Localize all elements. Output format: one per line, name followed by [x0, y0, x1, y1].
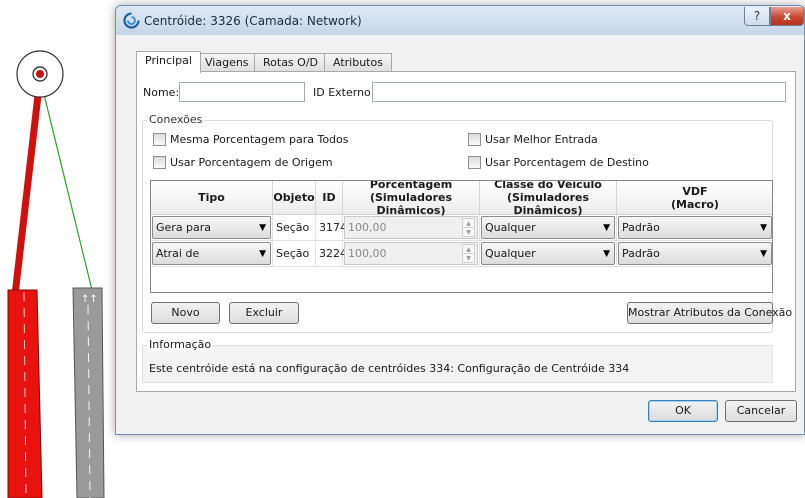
- table-row-1-vdf[interactable]: Padrão ▼: [617, 215, 772, 241]
- checkbox-box[interactable]: [468, 133, 481, 146]
- dropdown-value: Gera para: [156, 221, 212, 234]
- tab-rotas-od[interactable]: Rotas O/D: [254, 53, 327, 72]
- header-classe-veiculo[interactable]: Classe do Veículo (Simuladores Dinâmicos…: [480, 180, 617, 217]
- table-row-1-porcentagem[interactable]: 100,00 ▲ ▼: [343, 215, 480, 241]
- checkbox-label: Mesma Porcentagem para Todos: [170, 133, 349, 146]
- classe-dropdown[interactable]: Qualquer ▼: [481, 242, 615, 265]
- vdf-dropdown[interactable]: Padrão ▼: [618, 216, 772, 239]
- header-id-text: ID: [322, 191, 336, 204]
- table-row-2-tipo[interactable]: Atrai de ▼: [151, 241, 273, 267]
- table-row-2-id[interactable]: 3224: [316, 241, 347, 267]
- app-logo-icon: [123, 12, 140, 29]
- chevron-down-icon: ▼: [603, 223, 610, 233]
- cell-text: Seção: [276, 247, 310, 260]
- header-porcentagem-line2: (Simuladores Dinâmicos): [369, 191, 453, 217]
- header-objeto-text: Objeto: [273, 191, 315, 204]
- ok-button[interactable]: OK: [648, 400, 718, 422]
- spinbox-value: 100,00: [348, 221, 387, 234]
- id-externo-label: ID Externo:: [313, 86, 375, 99]
- table-row-2-classe[interactable]: Qualquer ▼: [480, 241, 617, 267]
- classe-dropdown[interactable]: Qualquer ▼: [481, 216, 615, 239]
- porcentagem-spinbox[interactable]: 100,00 ▲ ▼: [344, 216, 478, 239]
- conexoes-legend: Conexões: [147, 113, 205, 126]
- nome-label: Nome:: [143, 86, 180, 99]
- dropdown-value: Padrão: [622, 247, 660, 260]
- porcentagem-spinbox[interactable]: 100,00 ▲ ▼: [344, 242, 478, 265]
- header-id[interactable]: ID: [316, 181, 343, 215]
- table-row-1-id[interactable]: 3174: [316, 215, 347, 241]
- dropdown-value: Padrão: [622, 221, 660, 234]
- spin-down-icon[interactable]: ▼: [462, 253, 475, 263]
- tipo-dropdown[interactable]: Gera para ▼: [152, 216, 271, 239]
- table-row-2-vdf[interactable]: Padrão ▼: [617, 241, 772, 267]
- centroid-connector-green: [39, 77, 93, 291]
- tipo-dropdown[interactable]: Atrai de ▼: [152, 242, 271, 265]
- dropdown-value: Atrai de: [156, 247, 200, 260]
- vdf-dropdown[interactable]: Padrão ▼: [618, 242, 772, 265]
- title-bar[interactable]: Centróide: 3326 (Camada: Network) ? x: [116, 6, 804, 35]
- checkbox-box[interactable]: [153, 156, 166, 169]
- checkbox-box[interactable]: [153, 133, 166, 146]
- table-row-1-tipo[interactable]: Gera para ▼: [151, 215, 273, 241]
- centroid-connector-red: [11, 77, 44, 296]
- table-row-1-objeto[interactable]: Seção: [273, 215, 316, 241]
- excluir-button[interactable]: Excluir: [229, 302, 299, 324]
- chevron-down-icon: ▼: [259, 249, 266, 259]
- informacao-text: Este centróide está na configuração de c…: [149, 362, 630, 375]
- header-tipo[interactable]: Tipo: [151, 181, 273, 215]
- header-vdf[interactable]: VDF (Macro): [617, 181, 772, 215]
- header-classe-line1: Classe do Veículo: [494, 180, 602, 191]
- header-tipo-text: Tipo: [198, 191, 225, 204]
- centroid-dialog: Centróide: 3326 (Camada: Network) ? x Pr…: [115, 5, 805, 435]
- spinbox-value: 100,00: [348, 247, 387, 260]
- informacao-box: Este centróide está na configuração de c…: [142, 345, 773, 383]
- header-porcentagem[interactable]: Porcentagem (Simuladores Dinâmicos): [343, 180, 480, 217]
- help-button[interactable]: ?: [744, 7, 770, 26]
- nome-input[interactable]: [179, 82, 305, 102]
- checkbox-label: Usar Porcentagem de Origem: [170, 156, 333, 169]
- chevron-down-icon: ▼: [760, 223, 767, 233]
- tab-atributos[interactable]: Atributos: [324, 53, 392, 72]
- checkbox-label: Usar Porcentagem de Destino: [485, 156, 649, 169]
- connections-table: Tipo Objeto ID Porcentagem (Simuladores …: [150, 180, 773, 293]
- novo-button[interactable]: Novo: [151, 302, 220, 324]
- table-row-2-objeto[interactable]: Seção: [273, 241, 316, 267]
- dialog-title: Centróide: 3326 (Camada: Network): [144, 14, 362, 28]
- table-row-1-classe[interactable]: Qualquer ▼: [480, 215, 617, 241]
- header-classe-line2: (Simuladores Dinâmicos): [506, 191, 590, 217]
- chevron-down-icon: ▼: [760, 249, 767, 259]
- header-objeto[interactable]: Objeto: [273, 181, 316, 215]
- cell-text: Seção: [276, 221, 310, 234]
- header-vdf-line1: VDF: [682, 184, 708, 198]
- checkbox-mesma-porcentagem[interactable]: Mesma Porcentagem para Todos: [153, 133, 349, 146]
- cancelar-button[interactable]: Cancelar: [725, 400, 797, 422]
- checkbox-usar-porcentagem-origem[interactable]: Usar Porcentagem de Origem: [153, 156, 333, 169]
- checkbox-box[interactable]: [468, 156, 481, 169]
- mostrar-atributos-button[interactable]: Mostrar Atributos da Conexão: [627, 302, 792, 324]
- dropdown-value: Qualquer: [485, 247, 536, 260]
- centroid-node: [36, 70, 44, 78]
- informacao-legend: Informação: [147, 338, 214, 351]
- tab-principal[interactable]: Principal: [136, 51, 201, 73]
- header-vdf-line2: (Macro): [671, 197, 719, 211]
- dropdown-value: Qualquer: [485, 221, 536, 234]
- chevron-down-icon: ▼: [259, 223, 266, 233]
- checkbox-usar-porcentagem-destino[interactable]: Usar Porcentagem de Destino: [468, 156, 649, 169]
- spin-down-icon[interactable]: ▼: [462, 227, 475, 237]
- id-externo-input[interactable]: [372, 82, 786, 102]
- header-porcentagem-line1: Porcentagem: [369, 180, 453, 191]
- tab-viagens[interactable]: Viagens: [196, 53, 258, 72]
- road-direction-arrows: ↑↑: [81, 294, 98, 305]
- checkbox-label: Usar Melhor Entrada: [485, 133, 598, 146]
- table-row-2-porcentagem[interactable]: 100,00 ▲ ▼: [343, 241, 480, 267]
- checkbox-usar-melhor-entrada[interactable]: Usar Melhor Entrada: [468, 133, 598, 146]
- close-button[interactable]: x: [770, 7, 804, 26]
- chevron-down-icon: ▼: [603, 249, 610, 259]
- tab-panel-principal: Nome: ID Externo: Conexões Mesma Porcent…: [136, 71, 796, 392]
